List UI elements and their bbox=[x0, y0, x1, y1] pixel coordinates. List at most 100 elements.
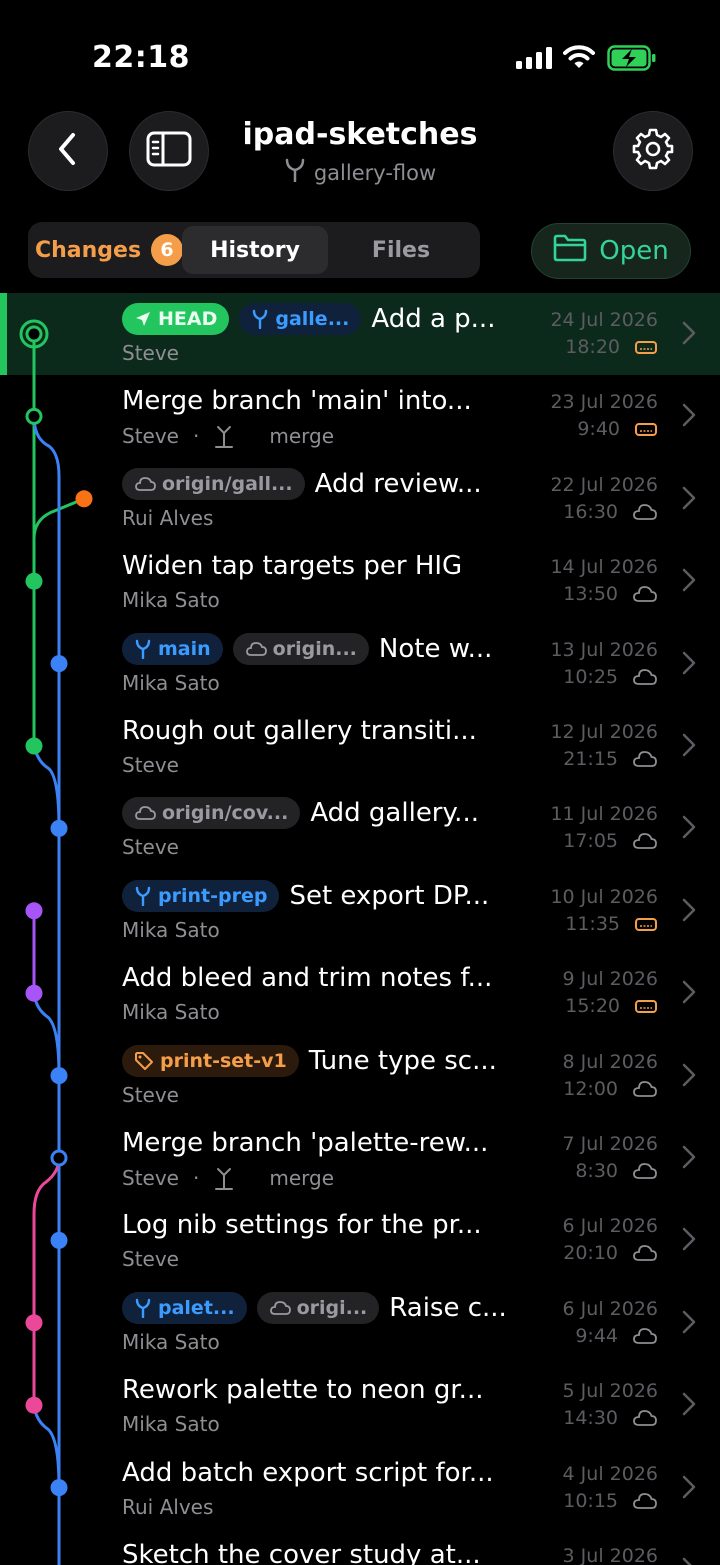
cloud-icon bbox=[632, 1244, 658, 1262]
sidebar-toggle-button[interactable] bbox=[129, 111, 209, 191]
sidebar-icon bbox=[146, 131, 192, 171]
graph-lane-palette bbox=[32, 1156, 61, 1407]
back-button[interactable] bbox=[28, 111, 108, 191]
branch-label-chip: galle... bbox=[239, 303, 362, 335]
commit-time: 16:30 bbox=[563, 500, 618, 523]
commit-author: Rui Alves bbox=[122, 505, 214, 530]
chevron-right-icon bbox=[682, 1063, 696, 1091]
commit-title-line: Rough out gallery transiti... bbox=[122, 713, 532, 749]
commit-time-line: 9:44 bbox=[575, 1325, 658, 1347]
branch-icon bbox=[134, 639, 152, 659]
commit-time-line: 16:30 bbox=[563, 501, 658, 523]
commit-author: Steve bbox=[122, 835, 179, 860]
commit-title-line: Widen tap targets per HIG bbox=[122, 548, 532, 584]
chevron-right-icon bbox=[682, 486, 696, 514]
commit-time-line: 10:25 bbox=[563, 666, 658, 688]
wifi-icon bbox=[563, 44, 595, 74]
commit-meta: Rui Alves bbox=[122, 1495, 213, 1519]
head-label-chip: HEAD bbox=[122, 303, 230, 335]
merge-label: merge bbox=[269, 1166, 335, 1190]
tab-history[interactable]: History bbox=[182, 226, 328, 274]
commit-node bbox=[25, 737, 43, 755]
commit-node bbox=[25, 1396, 43, 1414]
commit-date: 10 Jul 2026 bbox=[550, 885, 658, 908]
ref-label: origi... bbox=[296, 1296, 368, 1319]
commit-meta: Mika Sato bbox=[122, 1412, 220, 1436]
commit-meta: Mika Sato bbox=[122, 918, 220, 942]
branch-icon bbox=[134, 1298, 152, 1318]
cloud-icon bbox=[632, 1162, 658, 1180]
cloud-icon bbox=[632, 668, 658, 686]
commit-title-line: HEAD galle... Add a p... bbox=[122, 301, 532, 337]
cloud-icon bbox=[632, 750, 658, 768]
commit-title-line: Add bleed and trim notes f... bbox=[122, 960, 532, 996]
commit-message: Add bleed and trim notes f... bbox=[122, 963, 493, 994]
commit-meta: Mika Sato bbox=[122, 588, 220, 612]
commit-time-line: 12:00 bbox=[563, 1078, 658, 1100]
commit-date: 22 Jul 2026 bbox=[550, 473, 658, 496]
commit-time: 9:40 bbox=[577, 418, 620, 441]
chevron-right-icon bbox=[682, 815, 696, 843]
commit-message: Set export DP... bbox=[289, 880, 490, 911]
commit-time: 18:20 bbox=[565, 336, 620, 358]
commit-time: 13:50 bbox=[563, 583, 618, 606]
remote-label-chip: origin/cov... bbox=[122, 797, 301, 830]
commit-time: 11:35 bbox=[565, 912, 620, 935]
local-icon bbox=[634, 338, 658, 356]
changes-count-badge: 6 bbox=[151, 234, 184, 266]
commit-title-line: print-prep Set export DP... bbox=[122, 878, 532, 914]
commit-meta: Steve bbox=[122, 753, 179, 777]
chevron-right-icon bbox=[682, 651, 696, 679]
cloud-icon bbox=[632, 1492, 658, 1510]
commit-title-line: origin/gall... Add review... bbox=[122, 466, 532, 502]
cloud-icon bbox=[134, 805, 156, 821]
ref-label: origin/gall... bbox=[162, 472, 293, 495]
commit-message: Add review... bbox=[314, 468, 482, 499]
commit-date: 6 Jul 2026 bbox=[562, 1297, 658, 1320]
commit-title-line: palet... origi... Raise c... bbox=[122, 1290, 532, 1326]
commit-date: 3 Jul 2026 bbox=[562, 1545, 658, 1565]
commit-date: 24 Jul 2026 bbox=[550, 309, 658, 331]
commit-message: Tune type sc... bbox=[308, 1045, 497, 1076]
tab-changes-label: Changes bbox=[34, 237, 142, 263]
commit-node bbox=[25, 572, 43, 590]
commit-message: Log nib settings for the pr... bbox=[122, 1210, 482, 1241]
commit-time: 8:30 bbox=[575, 1160, 618, 1182]
local-icon bbox=[634, 420, 658, 438]
settings-button[interactable] bbox=[613, 111, 693, 191]
tab-changes[interactable]: Changes 6 bbox=[34, 226, 184, 274]
current-branch[interactable]: gallery-flow bbox=[200, 158, 520, 187]
commit-time-line: 21:15 bbox=[563, 748, 658, 770]
chevron-right-icon bbox=[682, 1227, 696, 1255]
commit-meta: Steve · merge bbox=[122, 1165, 334, 1191]
chevron-right-icon bbox=[682, 1557, 696, 1565]
commit-meta: Steve · merge bbox=[122, 423, 334, 449]
open-button[interactable]: Open bbox=[531, 223, 691, 279]
commit-author: Rui Alves bbox=[122, 1494, 214, 1519]
commit-time: 9:44 bbox=[575, 1324, 618, 1347]
commit-title-line: print-set-v1 Tune type sc... bbox=[122, 1043, 532, 1079]
chevron-right-icon bbox=[682, 321, 696, 349]
commit-time: 17:05 bbox=[563, 830, 618, 853]
commit-author: Steve bbox=[122, 1166, 179, 1190]
local-icon bbox=[634, 997, 658, 1015]
chevron-right-icon bbox=[682, 1310, 696, 1338]
branch-label-chip: print-prep bbox=[122, 879, 280, 912]
commit-author: Mika Sato bbox=[122, 670, 220, 695]
chevron-right-icon bbox=[682, 568, 696, 596]
commit-author: Mika Sato bbox=[122, 1329, 220, 1354]
commit-message: Merge branch 'main' into... bbox=[122, 386, 472, 417]
cloud-icon bbox=[632, 585, 658, 603]
commit-node bbox=[50, 1479, 68, 1497]
commit-date: 12 Jul 2026 bbox=[550, 721, 658, 743]
commit-time: 21:15 bbox=[563, 748, 618, 770]
chevron-right-icon bbox=[682, 1145, 696, 1173]
cloud-icon bbox=[245, 641, 267, 657]
ref-label: palet... bbox=[158, 1296, 235, 1319]
chevron-left-icon bbox=[53, 131, 83, 171]
tab-files[interactable]: Files bbox=[328, 226, 474, 274]
gear-icon bbox=[631, 127, 675, 175]
commit-message: Add a p... bbox=[371, 304, 496, 334]
graph-edge bbox=[32, 991, 61, 1078]
branch-icon bbox=[251, 309, 269, 329]
